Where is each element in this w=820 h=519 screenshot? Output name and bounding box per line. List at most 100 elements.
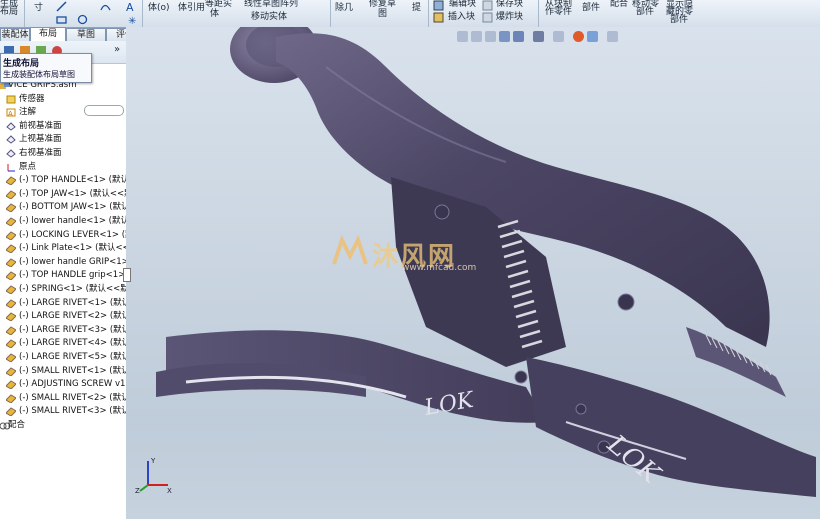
tree-item[interactable]: (-) LARGE RIVET<2> (默认 — [0, 310, 126, 323]
tree-item[interactable]: (-) Link Plate<1> (默认<<默 — [0, 242, 126, 255]
ribbon-command-label[interactable]: 部件 — [636, 8, 654, 17]
tree-item[interactable]: 传感器 — [0, 93, 126, 106]
tree-item-label: (-) SMALL RIVET<2> (默认 — [19, 392, 127, 403]
ribbon-command-label[interactable]: 修复草 — [369, 0, 396, 9]
tooltip-description: 生成装配体布局草图 — [3, 70, 75, 79]
part-icon — [5, 407, 17, 418]
ribbon-command-label[interactable]: 线性草图阵列 — [244, 0, 298, 9]
tree-item-label: (-) LARGE RIVET<3> (默认 — [19, 324, 127, 335]
ribbon-command-label[interactable]: 编辑块 — [449, 0, 476, 9]
zoom-to-area-icon[interactable] — [471, 31, 482, 42]
explode-block-icon[interactable] — [482, 12, 493, 23]
ribbon-command-label[interactable]: 等距实 — [205, 0, 232, 9]
part-icon — [5, 190, 17, 200]
ribbon-command-label[interactable]: 部件 — [582, 4, 600, 13]
ribbon-command-label[interactable]: 除几 — [335, 4, 353, 13]
part-icon — [5, 353, 17, 363]
tree-filter-input[interactable] — [84, 105, 124, 116]
svg-text:A: A — [8, 110, 13, 117]
ribbon-command-label[interactable]: 布局 — [0, 8, 18, 17]
sensor-icon — [6, 95, 16, 104]
graphics-area[interactable]: LOK LOK Y X Z — [126, 27, 820, 519]
watermark-logo-icon — [332, 234, 368, 265]
save-block-icon[interactable] — [482, 0, 493, 11]
tree-item-label: 配合 — [8, 420, 26, 430]
small-rivet[interactable] — [575, 403, 587, 415]
point-tool-icon[interactable]: ✳ — [127, 14, 138, 27]
ribbon-command-label[interactable]: 体(o) — [148, 4, 170, 13]
part-icon — [5, 312, 17, 322]
watermark-url: www.mfcad.com — [402, 263, 477, 273]
large-rivet[interactable] — [514, 370, 528, 384]
tree-item[interactable]: 上视基准面 — [0, 133, 126, 146]
tree-item[interactable]: (-) SMALL RIVET<3> (默认 — [0, 405, 126, 418]
part-icon — [5, 176, 17, 186]
tree-item-label: (-) SMALL RIVET<1> (默认 — [19, 365, 127, 376]
part-icon — [5, 258, 17, 268]
ribbon-command-label[interactable]: 体 — [210, 10, 219, 19]
text-tool-icon[interactable]: A — [125, 1, 136, 14]
tree-item[interactable]: 前视基准面 — [0, 120, 126, 133]
hide-show-items-icon[interactable] — [553, 31, 564, 42]
tree-item[interactable]: (-) SPRING<1> (默认<<默认 — [0, 283, 126, 296]
apply-scene-icon[interactable] — [587, 31, 598, 42]
arc-tool-icon[interactable] — [100, 1, 111, 12]
edit-block-icon[interactable] — [433, 0, 444, 11]
tree-item[interactable]: 原点 — [0, 161, 126, 174]
ribbon-command-label[interactable]: 寸 — [34, 4, 43, 13]
tree-item[interactable]: (-) lower handle<1> (默认 — [0, 215, 126, 228]
tree-item[interactable]: (-) LARGE RIVET<3> (默认 — [0, 324, 126, 337]
part-icon — [5, 203, 17, 214]
ribbon-command-label[interactable]: 爆炸块 — [496, 13, 523, 22]
tree-item[interactable]: (-) LARGE RIVET<4> (默认 — [0, 337, 126, 350]
edit-appearance-icon[interactable] — [573, 31, 584, 42]
tree-item[interactable]: (-) LARGE RIVET<5> (默认 — [0, 351, 126, 364]
large-rivet[interactable] — [617, 293, 635, 311]
rectangle-tool-icon[interactable] — [56, 14, 67, 25]
tree-item[interactable]: (-) ADJUSTING SCREW v1 — [0, 378, 126, 391]
large-rivet[interactable] — [434, 204, 450, 220]
circle-tool-icon[interactable] — [77, 14, 88, 25]
annotation-icon: A — [6, 108, 16, 118]
ribbon-command-label[interactable]: 配合 — [610, 0, 628, 9]
tree-item[interactable]: 右视基准面 — [0, 147, 126, 160]
tree-item[interactable]: (-) TOP HANDLE<1> (默认... — [0, 174, 126, 187]
expand-panel-icon[interactable]: » — [114, 44, 120, 55]
tree-item[interactable]: (-) BOTTOM JAW<1> (默认 — [0, 201, 126, 214]
zoom-to-fit-icon[interactable] — [457, 31, 468, 42]
command-tab[interactable]: 布局 — [30, 27, 66, 41]
panel-resize-handle[interactable] — [123, 268, 131, 282]
tree-item[interactable]: (-) SMALL RIVET<1> (默认 — [0, 365, 126, 378]
top-jaw[interactable] — [686, 327, 786, 397]
tree-item-label: (-) LARGE RIVET<4> (默认 — [19, 338, 127, 349]
display-style-icon[interactable] — [533, 31, 544, 42]
tree-item[interactable]: (-) LOCKING LEVER<1> (默 — [0, 229, 126, 242]
line-tool-icon[interactable] — [56, 1, 67, 12]
ribbon-command-label[interactable]: 部件 — [670, 16, 688, 25]
ribbon-command-label[interactable]: 体引用 — [178, 4, 205, 13]
tree-item-label: 传感器 — [19, 93, 45, 104]
view-settings-icon[interactable] — [607, 31, 618, 42]
vice-grips-model[interactable]: LOK LOK — [126, 27, 820, 519]
tree-item-label: (-) LARGE RIVET<5> (默认 — [19, 352, 127, 362]
insert-block-icon[interactable] — [433, 12, 444, 23]
tree-item[interactable]: 配合 — [0, 419, 126, 432]
command-tab[interactable]: 装配体 — [0, 28, 30, 41]
ribbon-command-label[interactable]: 保存块 — [496, 0, 523, 9]
tree-item[interactable]: (-) LARGE RIVET<1> (默认 — [0, 297, 126, 310]
command-tab[interactable]: 草图 — [66, 28, 106, 41]
command-manager-ribbon: 生成 布局寸体(o) 体引用 等距实体线性草图阵列 移动实体 除几 修复草图提编辑块 保存块插… — [0, 0, 820, 28]
ribbon-command-label[interactable]: 插入块 — [448, 13, 475, 22]
tree-item[interactable]: (-) lower handle GRIP<1> — [0, 256, 126, 269]
tree-item[interactable]: (-) SMALL RIVET<2> (默认 — [0, 392, 126, 405]
ribbon-separator — [142, 0, 143, 27]
previous-view-icon[interactable] — [485, 31, 496, 42]
ribbon-command-label[interactable]: 图 — [378, 10, 387, 19]
ribbon-command-label[interactable]: 作零件 — [545, 8, 572, 17]
ribbon-command-label[interactable]: 移动实体 — [251, 13, 287, 22]
section-view-icon[interactable] — [499, 31, 510, 42]
tree-item[interactable]: (-) TOP JAW<1> (默认<<默 — [0, 188, 126, 201]
view-orientation-icon[interactable] — [513, 31, 524, 42]
ribbon-command-label[interactable]: 提 — [412, 4, 421, 13]
tree-item[interactable]: (-) TOP HANDLE grip<1> — [0, 269, 126, 282]
